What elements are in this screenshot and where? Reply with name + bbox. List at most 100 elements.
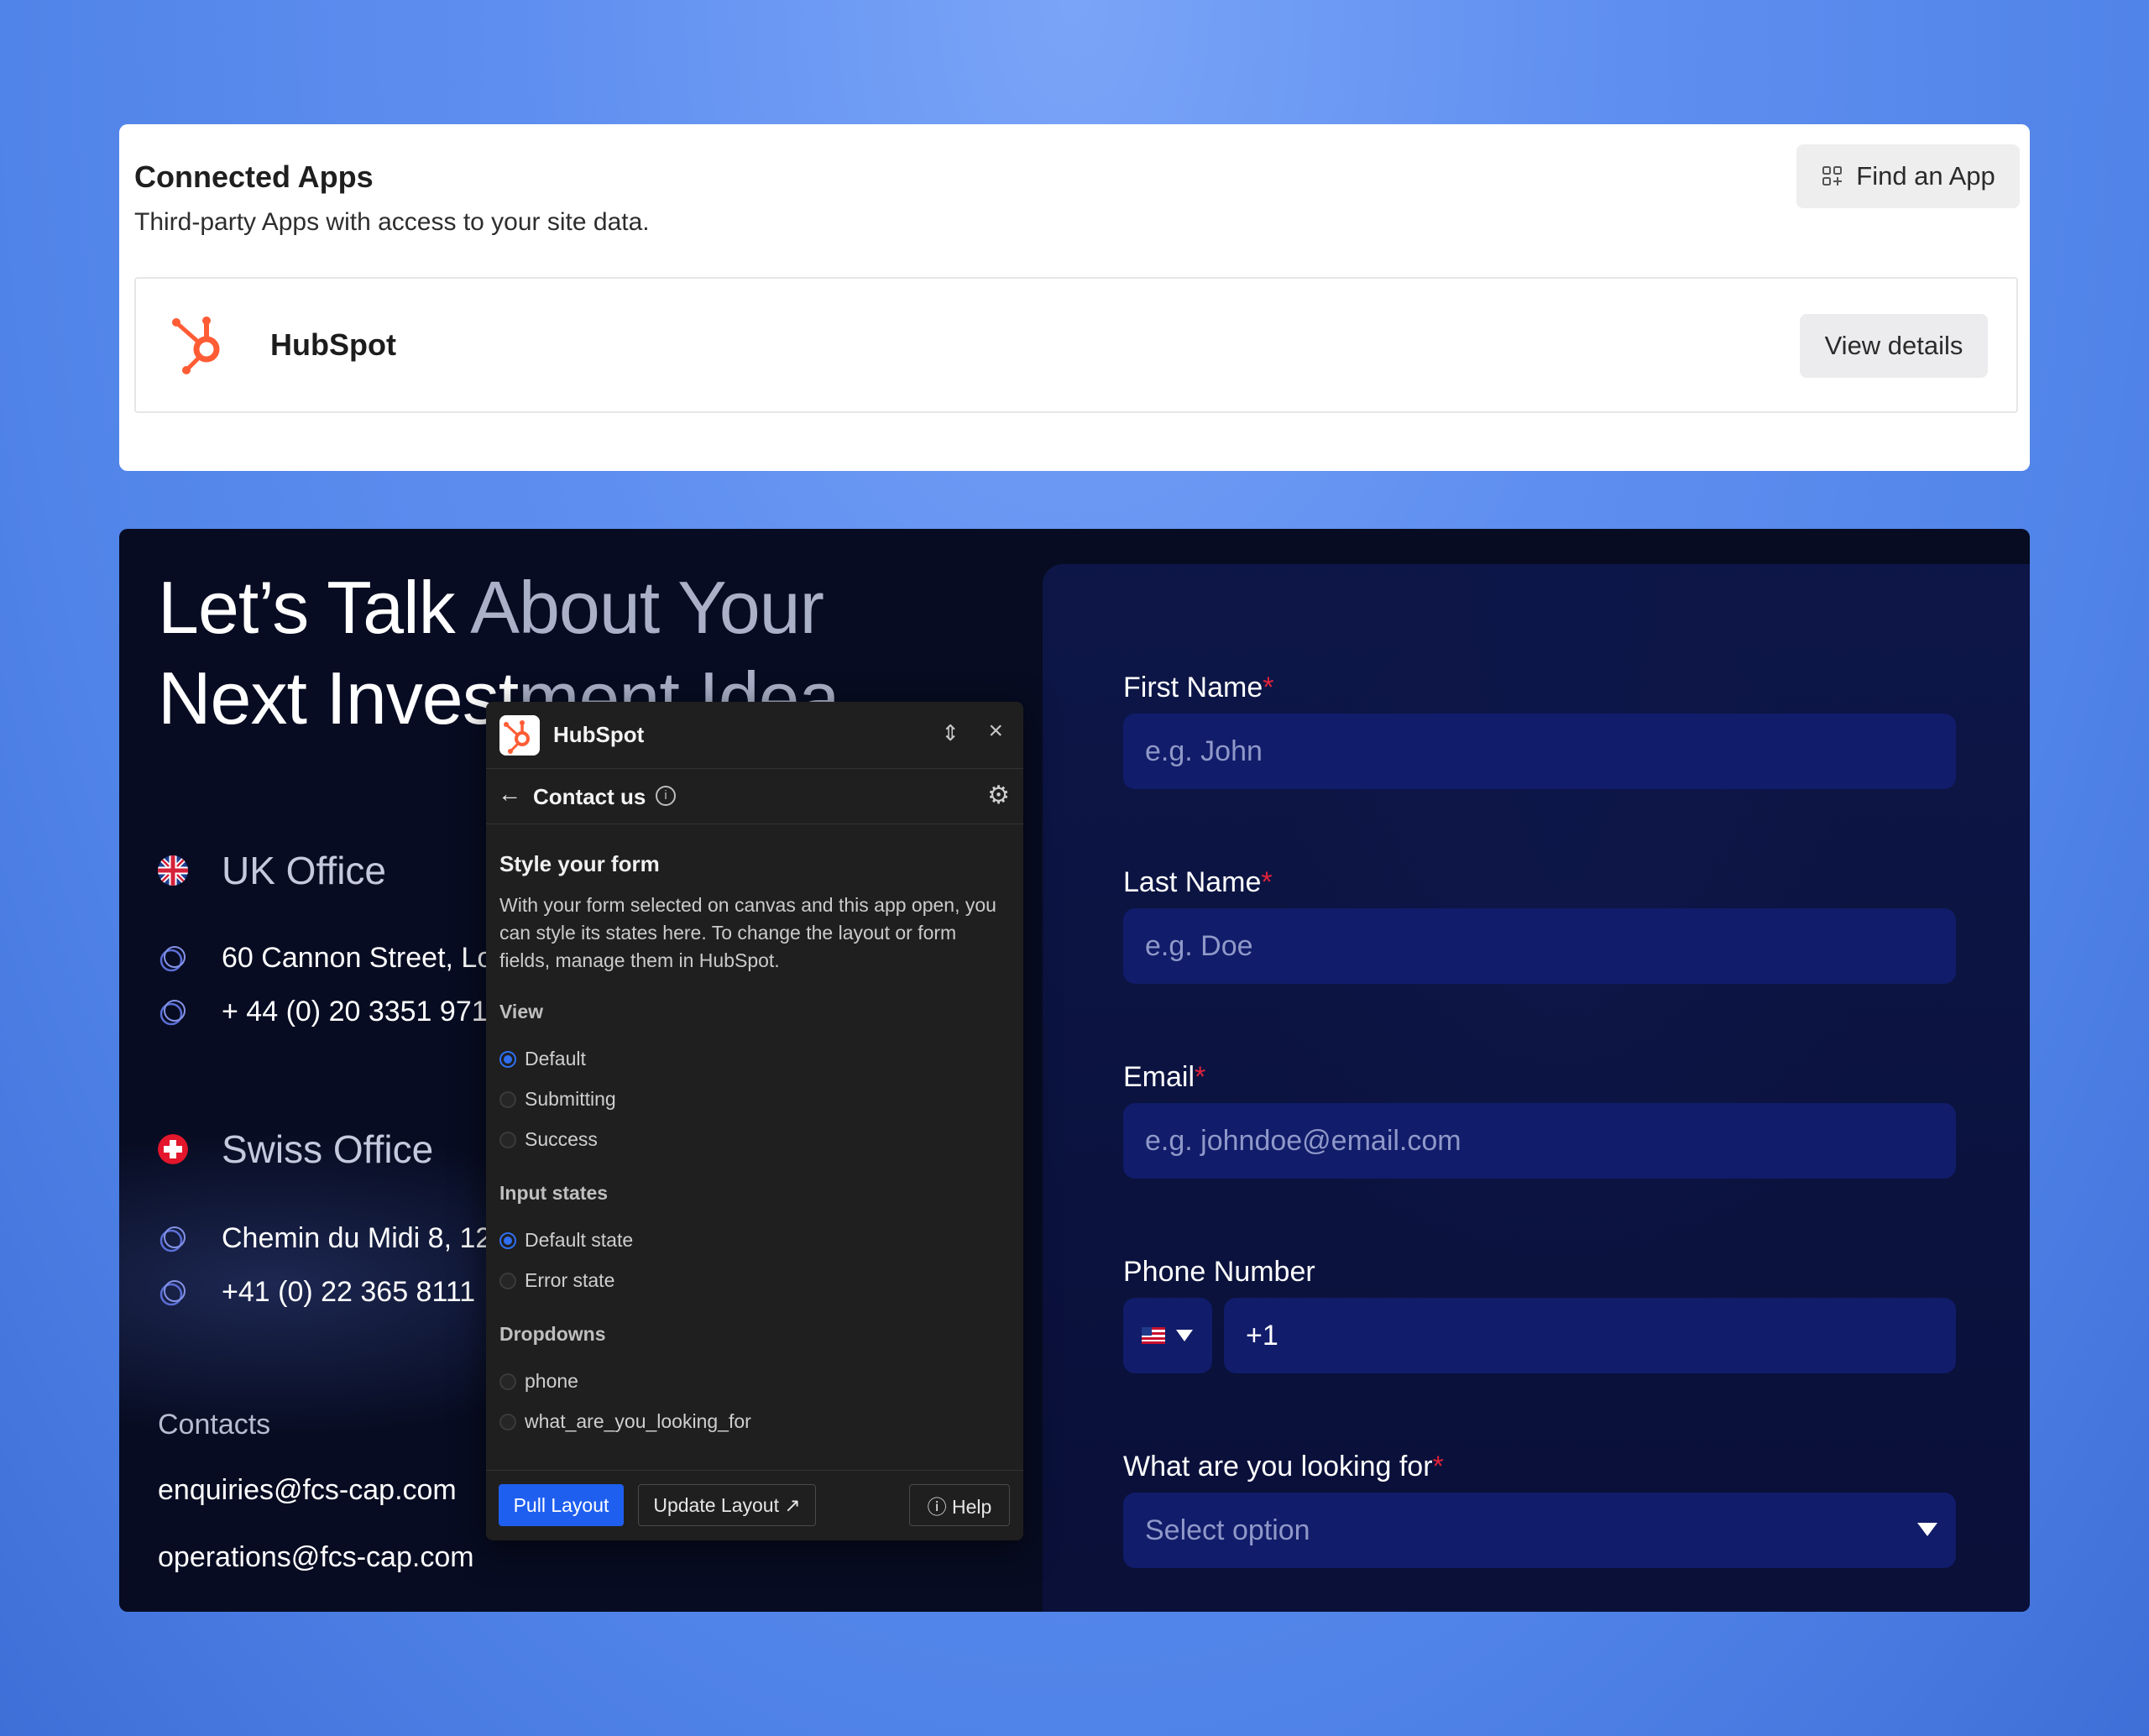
chevron-down-icon (1917, 1523, 1937, 1536)
last-name-label: Last Name* (1123, 866, 1273, 899)
uk-phone: + 44 (0) 20 3351 9717 (158, 996, 504, 1028)
radio-selected-icon (499, 1231, 516, 1249)
radio-default-state[interactable]: Default state (499, 1229, 633, 1252)
radio-label: Success (525, 1128, 598, 1150)
chevron-down-icon (1176, 1330, 1193, 1341)
radio-empty-icon (499, 1373, 516, 1390)
radio-label: phone (525, 1370, 578, 1392)
email-field[interactable] (1123, 1103, 1956, 1179)
required-mark: * (1263, 672, 1274, 703)
close-icon[interactable]: × (988, 717, 1003, 745)
headline-part: Next Invest (158, 656, 519, 740)
location-ring-icon (159, 1226, 186, 1252)
contact-email-link[interactable]: enquiries@fcs-cap.com (158, 1474, 457, 1507)
swiss-address-text: Chemin du Midi 8, 126 (222, 1222, 508, 1254)
swiss-office-heading: Swiss Office (158, 1127, 433, 1172)
radio-empty-icon (499, 1131, 516, 1148)
radio-label: Default (525, 1048, 586, 1069)
phone-input[interactable] (1224, 1298, 1956, 1373)
required-mark: * (1195, 1061, 1206, 1093)
radio-label: Submitting (525, 1088, 616, 1110)
required-mark: * (1261, 866, 1273, 898)
radio-selected-icon (499, 1050, 516, 1068)
email-label: Email* (1123, 1061, 1205, 1094)
swiss-phone-text: +41 (0) 22 365 8111 (222, 1276, 476, 1308)
app-row-hubspot: HubSpot View details (134, 277, 2018, 413)
connected-apps-title: Connected Apps (134, 159, 374, 194)
panel-subheader: ← Contact us i ⚙ (486, 769, 1023, 824)
swiss-address: Chemin du Midi 8, 126 (158, 1222, 507, 1255)
panel-header: HubSpot ⇕ × (486, 702, 1023, 769)
form-name: Contact us (533, 784, 646, 809)
radio-error-state[interactable]: Error state (499, 1269, 614, 1292)
collapse-icon[interactable]: ⇕ (941, 720, 959, 746)
first-name-label: First Name* (1123, 672, 1273, 704)
label-text: Last Name (1123, 866, 1262, 898)
connected-apps-subtitle: Third-party Apps with access to your sit… (134, 208, 650, 236)
uk-office-heading: UK Office (158, 848, 386, 893)
contact-form: First Name* Last Name* Email* Phone Numb… (1043, 564, 2030, 1612)
uk-office-label: UK Office (222, 849, 386, 892)
radio-empty-icon (499, 1272, 516, 1289)
looking-for-label: What are you looking for* (1123, 1451, 1444, 1483)
radio-label: Error state (525, 1269, 615, 1291)
radio-empty-icon (499, 1090, 516, 1108)
label-text: First Name (1123, 672, 1263, 703)
view-group-label: View (499, 1001, 543, 1022)
input-states-label: Input states (499, 1182, 609, 1204)
gear-icon[interactable]: ⚙ (987, 781, 1010, 810)
swiss-flag-icon (158, 1134, 188, 1164)
help-label: Help (952, 1496, 992, 1518)
looking-for-select[interactable]: Select option (1123, 1493, 1956, 1568)
headline-part: About Your (470, 566, 824, 649)
radio-label: what_are_you_looking_for (525, 1410, 751, 1432)
find-app-button[interactable]: Find an App (1796, 144, 2020, 208)
help-button[interactable]: ⓘ Help (909, 1484, 1010, 1526)
app-name: HubSpot (270, 327, 396, 362)
us-flag-icon (1142, 1327, 1165, 1344)
phone-label: Phone Number (1123, 1256, 1315, 1288)
info-icon[interactable]: i (656, 786, 676, 806)
radio-dropdown-phone[interactable]: phone (499, 1370, 578, 1393)
radio-view-default[interactable]: Default (499, 1048, 586, 1070)
contact-email-link[interactable]: operations@fcs-cap.com (158, 1541, 474, 1574)
apps-grid-icon (1822, 166, 1843, 186)
hubspot-app-icon (499, 715, 540, 756)
phone-ring-icon (159, 1279, 186, 1305)
last-name-input[interactable] (1123, 908, 1956, 984)
radio-view-submitting[interactable]: Submitting (499, 1088, 616, 1111)
radio-dropdown-looking-for[interactable]: what_are_you_looking_for (499, 1410, 751, 1433)
view-details-button[interactable]: View details (1800, 314, 1988, 378)
hubspot-logo-icon (172, 316, 220, 374)
contacts-label: Contacts (158, 1409, 271, 1441)
select-placeholder: Select option (1145, 1514, 1310, 1546)
hubspot-app-panel: HubSpot ⇕ × ← Contact us i ⚙ Style your … (486, 702, 1023, 1540)
uk-address: 60 Cannon Street, Lo (158, 942, 493, 975)
location-ring-icon (159, 945, 186, 971)
dropdowns-label: Dropdowns (499, 1323, 606, 1345)
radio-empty-icon (499, 1413, 516, 1430)
label-text: Email (1123, 1061, 1195, 1093)
find-app-label: Find an App (1856, 161, 1995, 191)
panel-title: HubSpot (553, 722, 645, 747)
pull-layout-button[interactable]: Pull Layout (499, 1484, 624, 1526)
uk-address-text: 60 Cannon Street, Lo (222, 942, 494, 974)
swiss-phone: +41 (0) 22 365 8111 (158, 1276, 475, 1309)
headline-part: Let’s Talk (158, 566, 456, 649)
swiss-office-label: Swiss Office (222, 1127, 434, 1171)
info-icon: ⓘ (927, 1496, 953, 1518)
required-mark: * (1432, 1451, 1444, 1482)
section-description: With your form selected on canvas and th… (499, 894, 996, 971)
country-code-dropdown[interactable] (1123, 1298, 1212, 1373)
update-layout-button[interactable]: Update Layout ↗ (638, 1484, 816, 1526)
uk-flag-icon (158, 855, 188, 886)
first-name-input[interactable] (1123, 714, 1956, 789)
radio-label: Default state (525, 1229, 634, 1251)
label-text: What are you looking for (1123, 1451, 1433, 1482)
back-arrow-icon[interactable]: ← (498, 781, 521, 808)
section-title: Style your form (499, 851, 660, 876)
uk-phone-text: + 44 (0) 20 3351 9717 (222, 996, 504, 1027)
radio-view-success[interactable]: Success (499, 1128, 598, 1151)
website-preview: Let’s Talk About Your Next Investment Id… (119, 529, 2030, 1612)
phone-ring-icon (159, 999, 186, 1025)
